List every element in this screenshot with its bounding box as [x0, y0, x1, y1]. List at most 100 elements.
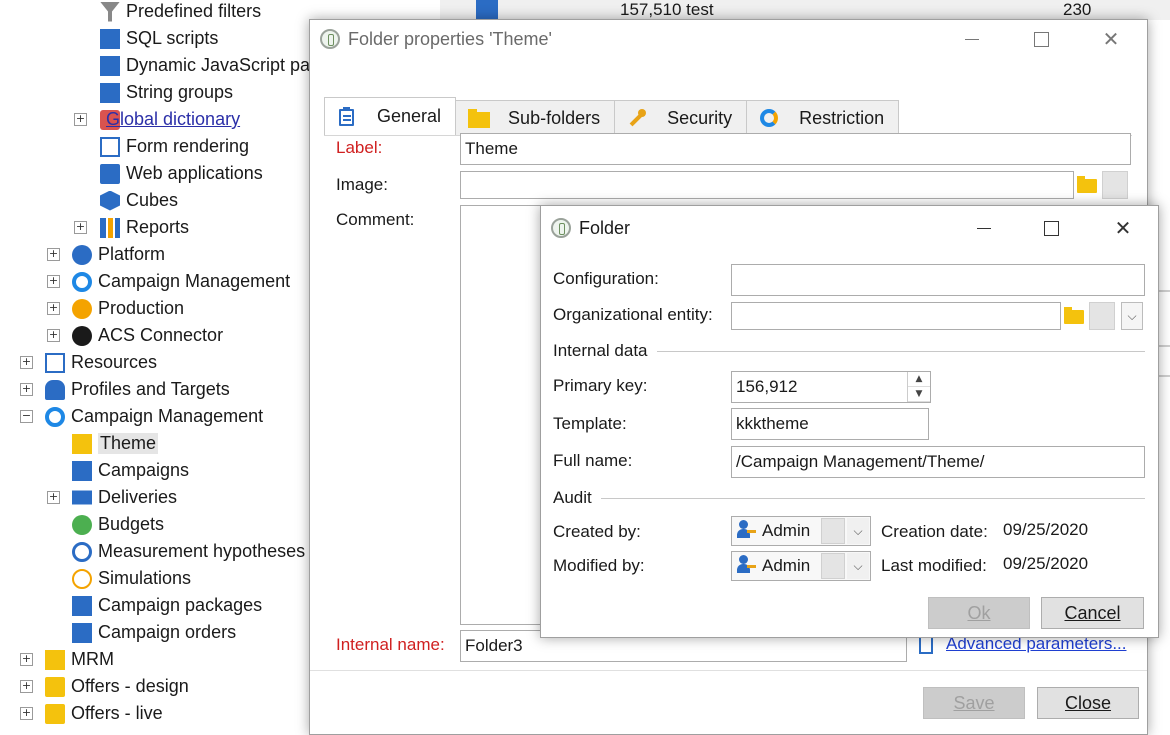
campaign-icon: [45, 406, 65, 427]
org-entity-clear-button[interactable]: [1089, 302, 1115, 330]
tree-item[interactable]: Offers - live: [45, 700, 163, 727]
minimize-button[interactable]: [949, 20, 995, 58]
tree-item-label: Campaign orders: [98, 622, 237, 642]
image-input[interactable]: [460, 171, 1074, 199]
tree-item[interactable]: Campaign Management: [72, 268, 290, 295]
form-icon: [100, 136, 120, 157]
offer-gift-icon: [45, 676, 65, 697]
tree-expander[interactable]: +: [47, 248, 60, 261]
tree-item[interactable]: Platform: [72, 241, 165, 268]
template-input[interactable]: kkktheme: [731, 408, 929, 440]
tree-item[interactable]: Reports: [100, 214, 189, 241]
stepper-up-icon[interactable]: ▲: [908, 372, 930, 387]
primary-key-caption: Primary key:: [553, 376, 648, 395]
minimize-button[interactable]: [961, 206, 1007, 250]
tree-expander[interactable]: +: [47, 302, 60, 315]
tree-item[interactable]: Form rendering: [100, 133, 249, 160]
ok-button[interactable]: Ok: [928, 597, 1030, 629]
org-entity-browse-folder-button[interactable]: [1061, 304, 1085, 328]
save-button[interactable]: Save: [923, 687, 1025, 719]
tree-item[interactable]: Deliveries: [72, 484, 177, 511]
created-by-link-button[interactable]: [821, 518, 845, 544]
modified-by-link-button[interactable]: [821, 553, 845, 579]
tree-expander[interactable]: +: [47, 275, 60, 288]
tree-item[interactable]: Cubes: [100, 187, 178, 214]
folder-icon: [1077, 176, 1097, 193]
tree-item[interactable]: SQL scripts: [100, 25, 218, 52]
tree-item-label: Offers - live: [71, 703, 163, 723]
close-window-button[interactable]: ✕: [1100, 206, 1146, 250]
tab-security[interactable]: Security: [614, 100, 748, 135]
modified-by-dropdown-button[interactable]: ⌵: [847, 553, 869, 579]
tab-general[interactable]: General: [324, 97, 457, 135]
offer-gift-icon: [45, 703, 65, 724]
tree-item-label: Web applications: [126, 163, 263, 183]
tab-restriction[interactable]: Restriction: [746, 100, 900, 135]
tree-expander[interactable]: +: [20, 356, 33, 369]
tree-item[interactable]: Dynamic JavaScript pag: [100, 52, 320, 79]
tree-item[interactable]: Measurement hypotheses: [72, 538, 305, 565]
maximize-button[interactable]: [1028, 206, 1074, 250]
maximize-icon: [1043, 220, 1059, 236]
deliveries-icon: [72, 490, 92, 505]
maximize-button[interactable]: [1018, 20, 1064, 58]
tree-item[interactable]: Profiles and Targets: [45, 376, 230, 403]
tree-expander[interactable]: +: [20, 680, 33, 693]
production-gear-icon: [72, 298, 92, 319]
tree-item[interactable]: Simulations: [72, 565, 191, 592]
tree-expander[interactable]: +: [20, 653, 33, 666]
tree-item-label: Predefined filters: [126, 1, 262, 21]
tree-item-label: Platform: [98, 244, 166, 264]
modified-by-caption: Modified by:: [553, 556, 645, 575]
tree-item[interactable]: Predefined filters: [100, 0, 261, 25]
tree-item[interactable]: Production: [72, 295, 184, 322]
tree-item[interactable]: Campaign Management: [45, 403, 263, 430]
tree-item[interactable]: Global dictionary: [100, 106, 240, 133]
primary-key-input[interactable]: 156,912: [731, 371, 931, 403]
tree-expander[interactable]: +: [74, 221, 87, 234]
tree-item[interactable]: Campaign orders: [72, 619, 236, 646]
org-entity-input[interactable]: [731, 302, 1061, 330]
label-caption: Label:: [336, 138, 383, 157]
full-name-input[interactable]: /Campaign Management/Theme/: [731, 446, 1145, 478]
label-input[interactable]: Theme: [460, 133, 1131, 165]
tree-item[interactable]: MRM: [45, 646, 114, 673]
tree-item-label: ACS Connector: [98, 325, 224, 345]
close-window-button[interactable]: ✕: [1088, 20, 1134, 58]
tab-sub-folders[interactable]: Sub-folders: [455, 100, 616, 135]
tree-item[interactable]: Campaign packages: [72, 592, 262, 619]
clipboard-icon: [337, 106, 357, 127]
configuration-input[interactable]: [731, 264, 1145, 296]
filter-icon: [100, 1, 120, 22]
image-browse-folder-button[interactable]: [1074, 173, 1098, 197]
tree-expander[interactable]: −: [20, 410, 33, 423]
image-clear-button[interactable]: [1102, 171, 1128, 199]
tree-item[interactable]: Campaigns: [72, 457, 189, 484]
tree-item[interactable]: String groups: [100, 79, 233, 106]
tree-item-label: SQL scripts: [126, 28, 219, 48]
creation-date-value: 09/25/2020: [1003, 520, 1089, 539]
reports-icon: [100, 217, 120, 238]
tree-expander[interactable]: +: [47, 491, 60, 504]
tab-security-label: Security: [667, 107, 733, 128]
tree-expander[interactable]: +: [47, 329, 60, 342]
tree-item[interactable]: Web applications: [100, 160, 263, 187]
tree-item[interactable]: Resources: [45, 349, 157, 376]
tree-item[interactable]: Budgets: [72, 511, 164, 538]
stepper-down-icon[interactable]: ▼: [908, 387, 930, 402]
tree-item-label: Profiles and Targets: [71, 379, 230, 399]
hypothesis-icon: [72, 541, 92, 562]
advanced-parameters-icon: [919, 636, 933, 654]
cancel-button[interactable]: Cancel: [1041, 597, 1144, 629]
close-button[interactable]: Close: [1037, 687, 1139, 719]
org-entity-dropdown-button[interactable]: ⌵: [1121, 302, 1143, 330]
primary-key-stepper[interactable]: ▲ ▼: [907, 372, 930, 402]
tree-expander[interactable]: +: [20, 383, 33, 396]
tree-item[interactable]: ACS Connector: [72, 322, 223, 349]
footer-divider: [310, 670, 1147, 671]
created-by-dropdown-button[interactable]: ⌵: [847, 518, 869, 544]
tree-item[interactable]: Theme: [72, 430, 159, 457]
tree-expander[interactable]: +: [74, 113, 87, 126]
tree-item[interactable]: Offers - design: [45, 673, 189, 700]
tree-expander[interactable]: +: [20, 707, 33, 720]
